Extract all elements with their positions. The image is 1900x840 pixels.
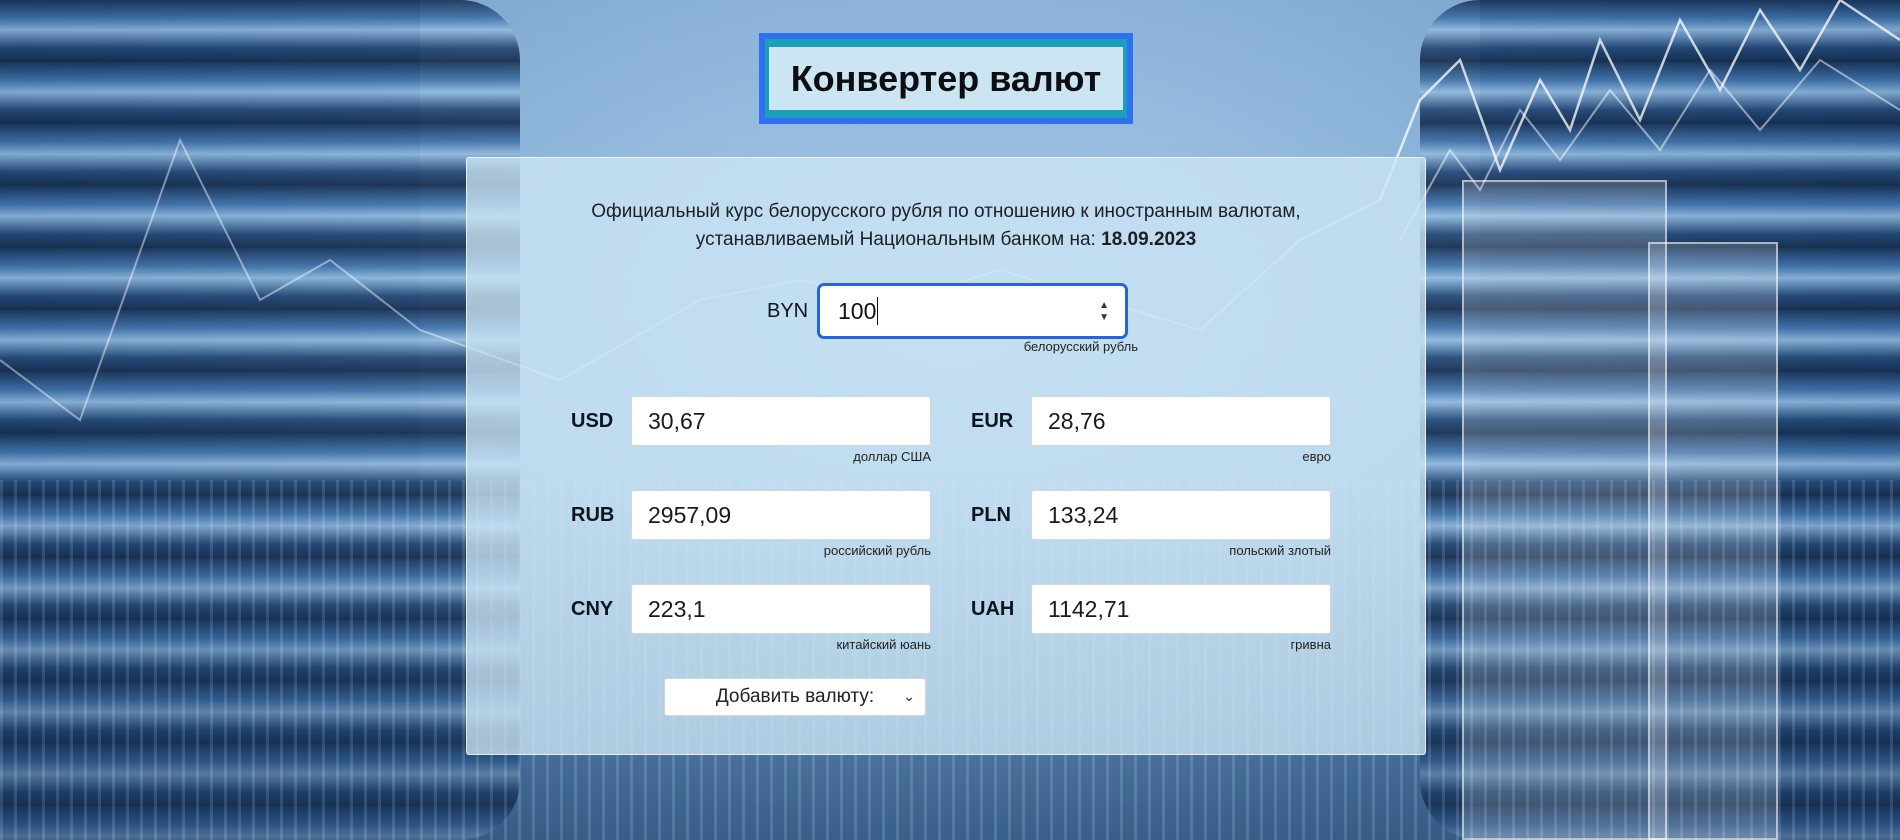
rub-amount-value: 2957,09 [648, 501, 732, 528]
spin-arrows-icon[interactable]: ▲ ▼ [1099, 300, 1109, 324]
byn-amount-value: 100 [838, 297, 877, 324]
currency-code-eur: EUR [971, 409, 1014, 432]
currency-code-usd: USD [571, 409, 614, 432]
title-box: Конвертер валют [759, 33, 1133, 124]
currency-code-uah: UAH [971, 597, 1015, 620]
usd-amount-value: 30,67 [648, 407, 706, 434]
cny-amount-input[interactable]: 223,1 [631, 584, 931, 634]
description-line1: Официальный курс белорусского рубля по о… [591, 201, 1301, 222]
currency-name-pln: польский злотый [1229, 543, 1331, 558]
description-line2: устанавливаемый Национальным банком на: [695, 229, 1096, 250]
add-currency-label: Добавить валюту: [715, 686, 875, 707]
currency-name-byn: белорусский рубль [1023, 339, 1138, 354]
base-currency-row: BYN 100 ▲ ▼ [767, 283, 1128, 339]
currency-row-pln: PLN 133,24 [971, 490, 1331, 540]
currency-name-usd: доллар США [853, 449, 931, 464]
currency-row-cny: CNY 223,1 [571, 584, 931, 634]
rub-amount-input[interactable]: 2957,09 [631, 490, 931, 540]
converter-panel: Официальный курс белорусского рубля по о… [466, 157, 1426, 755]
currency-code-rub: RUB [571, 503, 615, 526]
chevron-down-icon: ⌄ [903, 688, 915, 704]
currency-row-uah: UAH 1142,71 [971, 584, 1331, 634]
currency-name-rub: российский рубль [823, 543, 931, 558]
eur-amount-value: 28,76 [1048, 407, 1106, 434]
currency-name-cny: китайский юань [836, 637, 931, 652]
add-currency-select[interactable]: Добавить валюту: ⌄ [664, 678, 926, 716]
currency-row-rub: RUB 2957,09 [571, 490, 931, 540]
uah-amount-value: 1142,71 [1048, 595, 1130, 622]
rate-description: Официальный курс белорусского рубля по о… [467, 198, 1425, 254]
page-title: Конвертер валют [790, 57, 1102, 99]
rate-date: 18.09.2023 [1101, 229, 1197, 250]
currency-name-uah: гривна [1290, 637, 1331, 652]
usd-amount-input[interactable]: 30,67 [631, 396, 931, 446]
uah-amount-input[interactable]: 1142,71 [1031, 584, 1331, 634]
currency-row-eur: EUR 28,76 [971, 396, 1331, 446]
currency-code-byn: BYN [767, 299, 809, 322]
currency-row-usd: USD 30,67 [571, 396, 931, 446]
currency-name-eur: евро [1302, 449, 1331, 464]
eur-amount-input[interactable]: 28,76 [1031, 396, 1331, 446]
currency-code-cny: CNY [571, 597, 614, 620]
pln-amount-input[interactable]: 133,24 [1031, 490, 1331, 540]
byn-amount-input[interactable]: 100 ▲ ▼ [817, 283, 1128, 339]
pln-amount-value: 133,24 [1048, 501, 1119, 528]
cny-amount-value: 223,1 [648, 595, 706, 622]
currency-code-pln: PLN [971, 503, 1011, 526]
